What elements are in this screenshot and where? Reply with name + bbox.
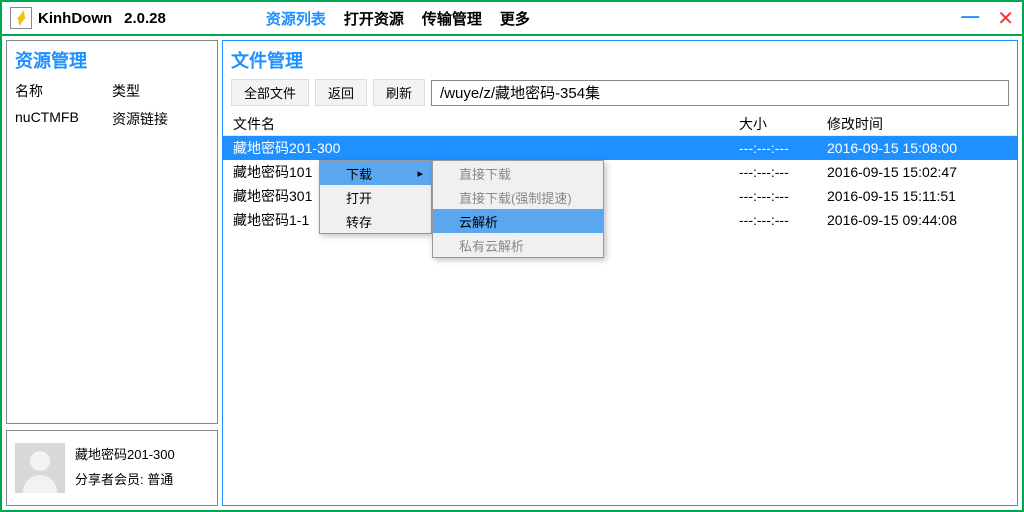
file-size: ---:---:--- xyxy=(739,164,827,180)
toolbar: 全部文件 返回 刷新 xyxy=(223,75,1017,112)
file-time: 2016-09-15 15:11:51 xyxy=(827,188,1007,204)
tab-transfer[interactable]: 传输管理 xyxy=(422,8,482,29)
context-menu[interactable]: 下载 打开 转存 xyxy=(319,160,432,234)
resource-table: 名称 类型 nuCTMFB 资源链接 xyxy=(7,77,217,133)
file-size: ---:---:--- xyxy=(739,212,827,228)
file-title: 文件管理 xyxy=(223,41,1017,75)
col-mtime: 修改时间 xyxy=(827,114,1007,134)
close-button[interactable]: ✕ xyxy=(997,6,1014,31)
resource-panel: 资源管理 名称 类型 nuCTMFB 资源链接 xyxy=(6,40,218,424)
context-submenu[interactable]: 直接下载 直接下载(强制提速) 云解析 私有云解析 xyxy=(432,160,604,258)
minimize-button[interactable]: — xyxy=(961,6,979,31)
menu-save[interactable]: 转存 xyxy=(320,209,431,233)
tab-resource-list[interactable]: 资源列表 xyxy=(266,8,326,29)
menu-open[interactable]: 打开 xyxy=(320,185,431,209)
resource-type: 资源链接 xyxy=(112,109,209,129)
right-panel: 文件管理 全部文件 返回 刷新 文件名 大小 修改时间 藏地密码201-300 xyxy=(222,36,1022,510)
titlebar: KinhDown 2.0.28 资源列表 打开资源 传输管理 更多 — ✕ xyxy=(2,2,1022,36)
file-head: 文件名 大小 修改时间 xyxy=(223,112,1017,136)
menu-direct-dl[interactable]: 直接下载 xyxy=(433,161,603,185)
file-size: ---:---:--- xyxy=(739,140,827,156)
col-filename: 文件名 xyxy=(233,114,739,134)
sharer-member: 分享者会员: 普通 xyxy=(75,468,175,493)
file-time: 2016-09-15 15:08:00 xyxy=(827,140,1007,156)
menu-direct-dl-boost[interactable]: 直接下载(强制提速) xyxy=(433,185,603,209)
file-size: ---:---:--- xyxy=(739,188,827,204)
col-type: 类型 xyxy=(112,81,209,101)
file-time: 2016-09-15 15:02:47 xyxy=(827,164,1007,180)
col-name: 名称 xyxy=(15,81,112,101)
menu-download[interactable]: 下载 xyxy=(320,161,431,185)
resource-name: nuCTMFB xyxy=(15,109,112,129)
col-size: 大小 xyxy=(739,114,827,134)
file-name: 藏地密码201-300 xyxy=(233,138,739,158)
left-panel: 资源管理 名称 类型 nuCTMFB 资源链接 藏地密码201-3 xyxy=(2,36,222,510)
window-controls: — ✕ xyxy=(961,6,1014,31)
lightning-icon xyxy=(10,7,32,29)
path-input[interactable] xyxy=(431,80,1009,106)
resource-head: 名称 类型 xyxy=(7,77,217,105)
tab-more[interactable]: 更多 xyxy=(500,8,530,29)
app-version: 2.0.28 xyxy=(124,10,166,27)
sharer-info: 藏地密码201-300 分享者会员: 普通 xyxy=(75,443,175,492)
file-panel: 文件管理 全部文件 返回 刷新 文件名 大小 修改时间 藏地密码201-300 xyxy=(222,40,1018,506)
menu-cloud-parse[interactable]: 云解析 xyxy=(433,209,603,233)
menu-private-cloud[interactable]: 私有云解析 xyxy=(433,233,603,257)
resource-row[interactable]: nuCTMFB 资源链接 xyxy=(7,105,217,133)
file-time: 2016-09-15 09:44:08 xyxy=(827,212,1007,228)
avatar-icon xyxy=(15,443,65,493)
main-tabs: 资源列表 打开资源 传输管理 更多 xyxy=(266,8,530,29)
sharer-name: 藏地密码201-300 xyxy=(75,443,175,468)
refresh-button[interactable]: 刷新 xyxy=(373,79,425,106)
all-files-button[interactable]: 全部文件 xyxy=(231,79,309,106)
body: 资源管理 名称 类型 nuCTMFB 资源链接 藏地密码201-3 xyxy=(2,36,1022,510)
resource-title: 资源管理 xyxy=(7,41,217,77)
file-row[interactable]: 藏地密码201-300 ---:---:--- 2016-09-15 15:08… xyxy=(223,136,1017,160)
app-name: KinhDown xyxy=(38,10,112,27)
tab-open-resource[interactable]: 打开资源 xyxy=(344,8,404,29)
back-button[interactable]: 返回 xyxy=(315,79,367,106)
sharer-panel: 藏地密码201-300 分享者会员: 普通 xyxy=(6,430,218,506)
